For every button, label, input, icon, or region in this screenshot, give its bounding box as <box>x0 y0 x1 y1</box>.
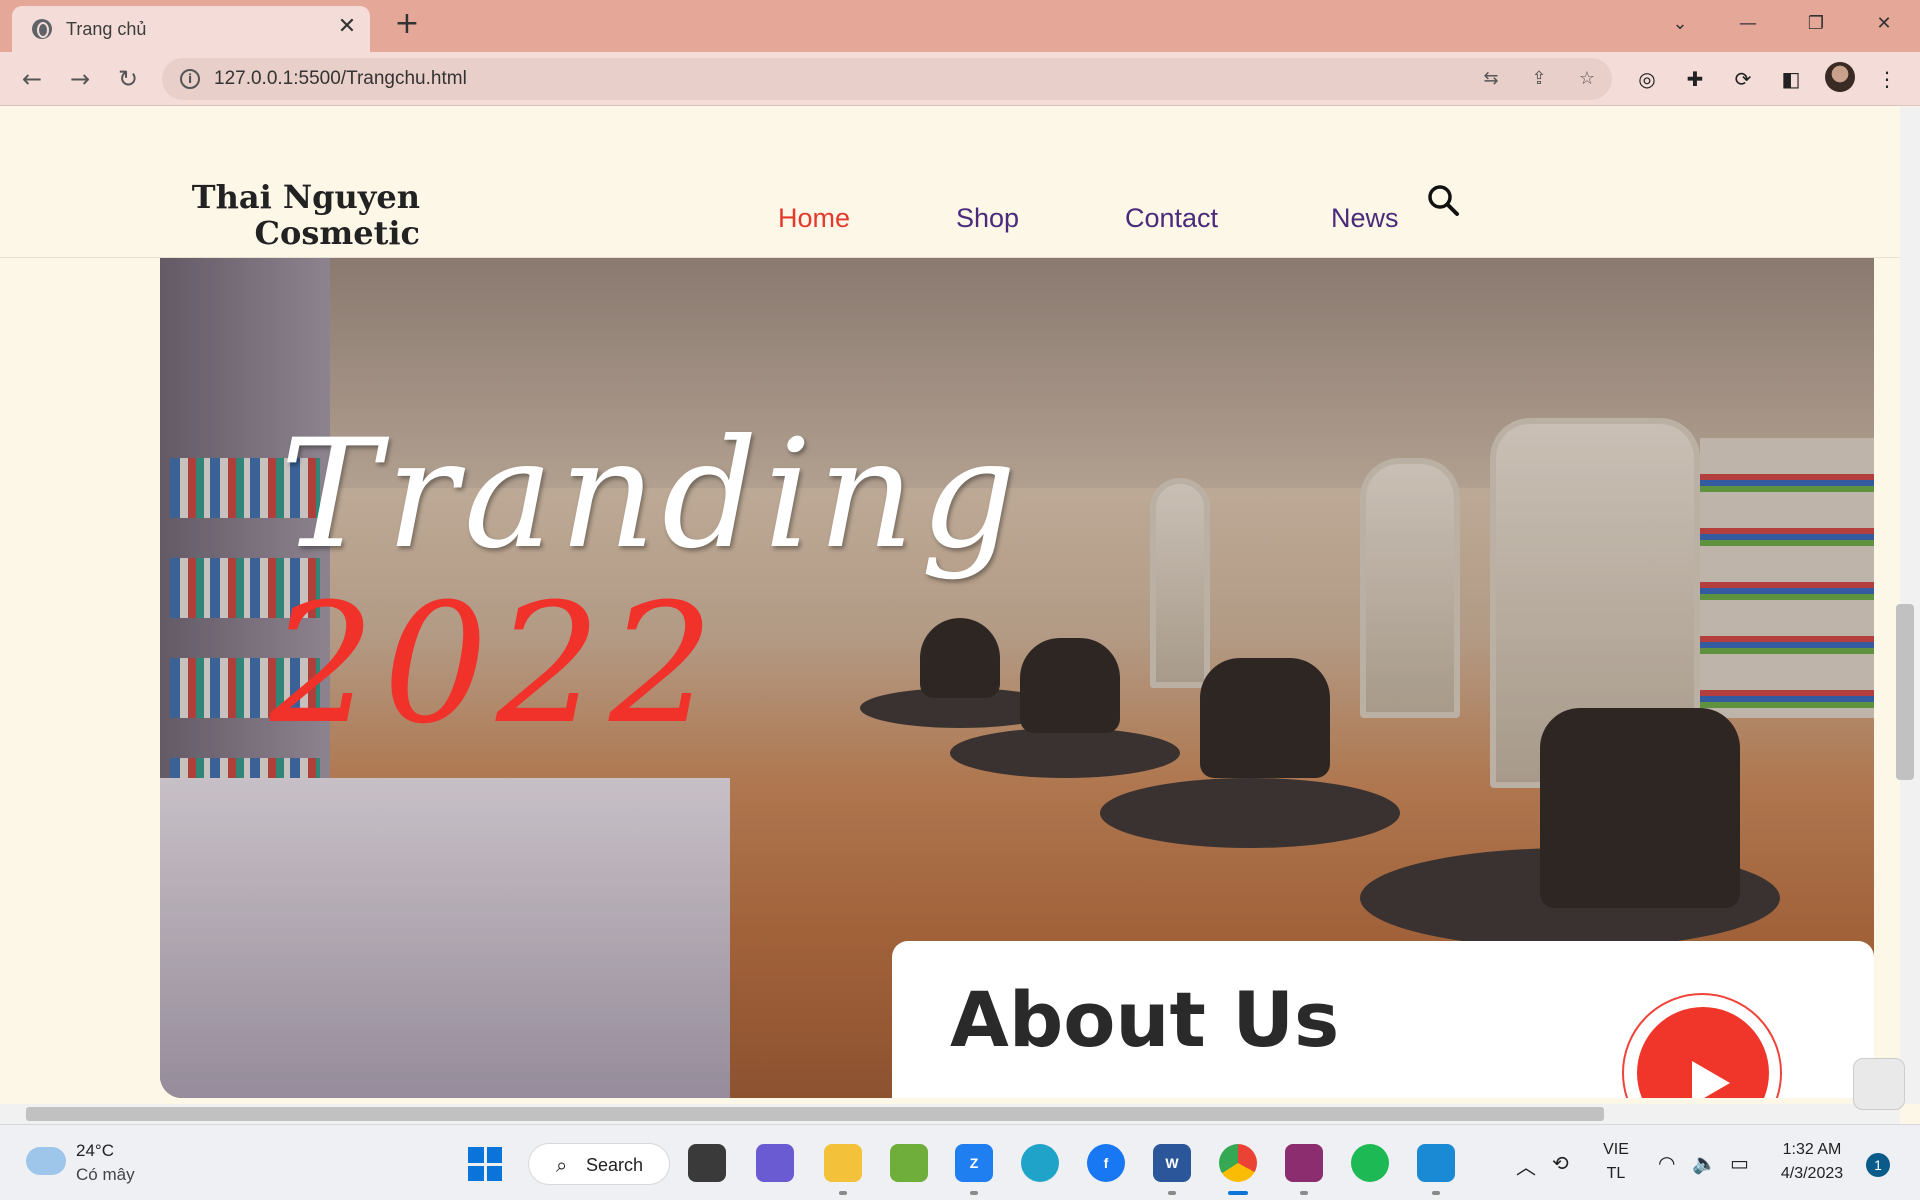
browser-titlebar: Trang chủ ✕ + ⌄ — ❐ ✕ <box>0 0 1920 52</box>
windows-taskbar: 24°C Có mây ⌕ Search Z f W ︿ ⟲ VIE TL ◠ … <box>0 1124 1920 1200</box>
about-title: About Us <box>950 975 1340 1064</box>
vscode-icon[interactable] <box>1417 1144 1455 1182</box>
tab-title: Trang chủ <box>66 19 147 39</box>
site-logo[interactable]: Thai Nguyen Cosmetic <box>180 179 420 251</box>
language-sub[interactable]: TL <box>1596 1165 1636 1183</box>
window-close-icon[interactable]: ✕ <box>1864 8 1904 40</box>
language-indicator[interactable]: VIE <box>1596 1141 1636 1159</box>
web-page: Thai Nguyen Cosmetic Home Shop Contact N… <box>0 107 1900 1104</box>
nav-contact[interactable]: Contact <box>1125 203 1218 234</box>
menu-kebab-icon[interactable]: ⋮ <box>1872 64 1902 94</box>
sync-tray-icon[interactable]: ⟲ <box>1552 1151 1569 1175</box>
nav-home[interactable]: Home <box>778 203 850 234</box>
clock-time[interactable]: 1:32 AM <box>1770 1141 1854 1159</box>
browser-tab[interactable]: Trang chủ ✕ <box>12 6 370 52</box>
running-indicator <box>1168 1191 1176 1195</box>
site-info-icon[interactable]: i <box>180 69 200 89</box>
globe-icon <box>32 19 52 39</box>
extensions-puzzle-icon[interactable]: ✚ <box>1680 64 1710 94</box>
browser-toolbar: ← → ↻ i 127.0.0.1:5500/Trangchu.html ⇆ ⇪… <box>0 52 1920 106</box>
zalo-icon[interactable]: Z <box>955 1144 993 1182</box>
vertical-scroll-thumb[interactable] <box>1896 604 1914 780</box>
task-view-icon[interactable] <box>688 1144 726 1182</box>
running-indicator <box>1300 1191 1308 1195</box>
hero-title: Tranding <box>280 408 1023 582</box>
clock-date[interactable]: 4/3/2023 <box>1770 1165 1854 1183</box>
battery-icon[interactable]: ▭ <box>1730 1151 1749 1175</box>
chevron-up-icon[interactable]: ︿ <box>1516 1151 1536 1180</box>
file-explorer-icon[interactable] <box>824 1144 862 1182</box>
spotify-icon[interactable] <box>1351 1144 1389 1182</box>
site-header: Thai Nguyen Cosmetic Home Shop Contact N… <box>0 107 1900 258</box>
bookmark-star-icon[interactable]: ☆ <box>1574 67 1600 91</box>
running-indicator <box>839 1191 847 1195</box>
url-text[interactable]: 127.0.0.1:5500/Trangchu.html <box>214 68 467 90</box>
edge-icon[interactable] <box>1021 1144 1059 1182</box>
address-bar[interactable]: i 127.0.0.1:5500/Trangchu.html ⇆ ⇪ ☆ <box>162 58 1612 100</box>
notification-badge[interactable]: 1 <box>1866 1153 1890 1177</box>
close-tab-icon[interactable]: ✕ <box>334 14 360 40</box>
about-card: About Us <box>892 941 1874 1098</box>
winrar-icon[interactable] <box>1285 1144 1323 1182</box>
forward-icon[interactable]: → <box>64 64 96 96</box>
restore-icon[interactable]: ❐ <box>1796 8 1836 40</box>
floating-tool-icon[interactable] <box>1853 1058 1905 1110</box>
translate-icon[interactable]: ⇆ <box>1478 67 1504 91</box>
wifi-icon[interactable]: ◠ <box>1658 1151 1675 1175</box>
profile-avatar[interactable] <box>1825 62 1855 92</box>
windows-start-icon[interactable] <box>468 1147 502 1181</box>
chrome-icon[interactable] <box>1219 1144 1257 1182</box>
minimize-icon[interactable]: — <box>1728 8 1768 40</box>
taskbar-search-label[interactable]: Search <box>586 1155 643 1176</box>
active-indicator <box>1228 1191 1248 1195</box>
hero-banner: Tranding 2022 About Us <box>160 258 1874 1098</box>
back-icon[interactable]: ← <box>16 64 48 96</box>
weather-temperature[interactable]: 24°C <box>76 1141 114 1161</box>
facebook-icon[interactable]: f <box>1087 1144 1125 1182</box>
nav-shop[interactable]: Shop <box>956 203 1019 234</box>
side-panel-icon[interactable]: ◧ <box>1776 64 1806 94</box>
nav-news[interactable]: News <box>1331 203 1399 234</box>
weather-description[interactable]: Có mây <box>76 1165 135 1185</box>
search-icon[interactable] <box>1425 182 1461 218</box>
volume-icon[interactable]: 🔈 <box>1692 1151 1717 1175</box>
sync-icon[interactable]: ⟳ <box>1728 64 1758 94</box>
horizontal-scroll-thumb[interactable] <box>26 1107 1604 1121</box>
cloud-icon[interactable] <box>26 1147 66 1175</box>
share-icon[interactable]: ⇪ <box>1526 67 1552 91</box>
game-app-icon[interactable] <box>890 1144 928 1182</box>
tab-search-icon[interactable]: ⌄ <box>1660 8 1700 40</box>
extension-compass-icon[interactable]: ◎ <box>1632 64 1662 94</box>
taskbar-search-icon[interactable]: ⌕ <box>556 1153 567 1177</box>
running-indicator <box>970 1191 978 1195</box>
new-tab-button[interactable]: + <box>392 9 422 40</box>
hero-year: 2022 <box>270 568 722 760</box>
word-icon[interactable]: W <box>1153 1144 1191 1182</box>
reload-icon[interactable]: ↻ <box>112 64 144 96</box>
teams-chat-icon[interactable] <box>756 1144 794 1182</box>
running-indicator <box>1432 1191 1440 1195</box>
play-icon[interactable] <box>1692 1061 1730 1098</box>
